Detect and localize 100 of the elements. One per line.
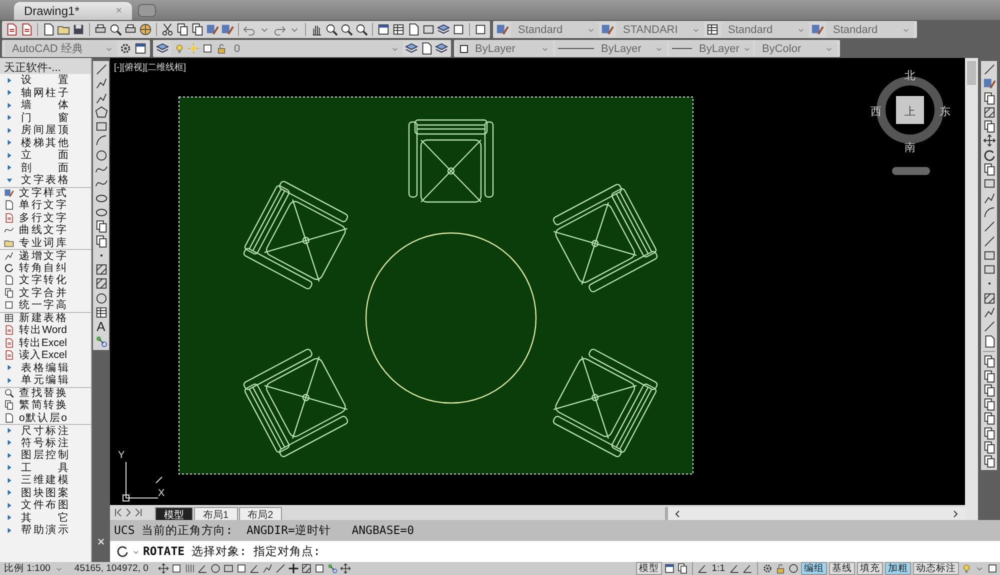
color-dropdown[interactable]: ByLayer	[457, 41, 553, 56]
panel-item[interactable]: 文字合并	[0, 286, 91, 299]
panel-item[interactable]: 三维建模	[0, 474, 91, 486]
panel-item[interactable]: 查找替换	[0, 386, 91, 399]
rotate-icon[interactable]	[982, 148, 996, 162]
status-toggle[interactable]: 编组	[801, 562, 827, 575]
collapsed-arrow-icon[interactable]	[6, 364, 13, 372]
collapsed-arrow-icon[interactable]	[6, 439, 13, 446]
line-icon[interactable]	[275, 563, 286, 574]
polygon-icon[interactable]	[94, 106, 108, 119]
brush-icon[interactable]	[601, 23, 614, 36]
angle-icon[interactable]	[729, 563, 740, 574]
panel-item[interactable]: 图层控制	[0, 449, 91, 462]
brush-icon[interactable]	[206, 23, 219, 36]
circle-icon[interactable]	[210, 563, 222, 574]
collapsed-arrow-icon[interactable]	[6, 164, 13, 172]
brush-icon[interactable]	[982, 77, 996, 90]
window-icon[interactable]	[134, 42, 147, 55]
panel-item[interactable]: 工 具	[0, 462, 91, 474]
panel-item[interactable]: 多行文字	[0, 212, 91, 224]
brush-icon[interactable]	[221, 23, 234, 36]
circle-icon[interactable]	[788, 563, 799, 574]
collapsed-arrow-icon[interactable]	[6, 427, 13, 434]
angle-icon[interactable]	[249, 563, 260, 574]
workspace-dropdown[interactable]: AutoCAD 经典	[5, 41, 117, 56]
square-icon[interactable]	[987, 563, 998, 574]
status-toggle[interactable]: 基线	[829, 562, 855, 575]
panel-item[interactable]: 文字样式	[0, 186, 91, 199]
collapsed-arrow-icon[interactable]	[6, 452, 13, 459]
rectangle-icon[interactable]	[223, 563, 234, 574]
line-icon[interactable]	[982, 220, 996, 234]
magnifier-icon[interactable]	[109, 23, 122, 36]
panel-item[interactable]: 曲线文字	[0, 224, 91, 236]
copy-icon[interactable]	[982, 398, 996, 412]
rotate-icon[interactable]	[4, 262, 14, 273]
multileader-style-dropdown[interactable]: Standard	[826, 22, 914, 37]
view-cube-label[interactable]: 上	[904, 106, 916, 118]
copy-icon[interactable]	[982, 370, 996, 383]
viewport-label[interactable]: [-][俯视][二维线框]	[114, 62, 186, 72]
angle-icon[interactable]	[742, 563, 753, 574]
panel-item[interactable]: 图块图案	[0, 486, 91, 499]
vertical-scrollbar[interactable]	[965, 58, 978, 520]
collapsed-arrow-icon[interactable]	[6, 89, 13, 96]
panel-item[interactable]: 文件布图	[0, 499, 91, 512]
collapsed-arrow-icon[interactable]	[6, 76, 13, 84]
line-icon[interactable]	[94, 63, 108, 76]
hatch-icon[interactable]	[94, 263, 108, 276]
polyline-icon[interactable]	[94, 77, 108, 90]
horizontal-scrollbar[interactable]	[665, 507, 965, 520]
scroll-left-icon[interactable]	[674, 510, 682, 518]
magnifier-icon[interactable]	[355, 23, 368, 36]
panel-item[interactable]: 尺寸标注	[0, 424, 91, 436]
document-icon[interactable]	[4, 350, 14, 360]
plot-style-dropdown[interactable]: ByColor	[755, 41, 837, 56]
gear-icon[interactable]	[762, 563, 773, 574]
layers-icon[interactable]	[435, 42, 448, 55]
document-icon[interactable]	[4, 338, 14, 348]
copy-icon[interactable]	[982, 355, 996, 368]
rectangle-icon[interactable]	[422, 23, 435, 36]
document-icon[interactable]	[4, 325, 14, 336]
collapsed-arrow-icon[interactable]	[6, 114, 13, 122]
annotation-scale[interactable]: 1:1	[710, 563, 727, 574]
document-icon[interactable]	[4, 212, 14, 223]
panel-item[interactable]: 读入Excel	[0, 349, 91, 362]
panel-item[interactable]: 立 面	[0, 149, 91, 162]
scroll-right-icon[interactable]	[951, 510, 959, 518]
rectangle-icon[interactable]	[982, 263, 996, 276]
panel-item[interactable]: 剖 面	[0, 162, 91, 174]
page-icon[interactable]	[42, 23, 55, 36]
square-icon[interactable]	[4, 300, 14, 310]
circle-icon[interactable]	[94, 148, 108, 162]
printer-icon[interactable]	[124, 23, 137, 36]
copy-icon[interactable]	[4, 400, 14, 410]
table-icon[interactable]	[4, 313, 14, 324]
status-toggle[interactable]: 填充	[857, 562, 883, 575]
move-icon[interactable]	[158, 563, 170, 574]
arc-icon[interactable]	[94, 134, 108, 148]
square-icon[interactable]	[171, 563, 182, 574]
move-icon[interactable]	[340, 563, 352, 574]
magnifier-icon[interactable]	[340, 23, 353, 36]
model-button[interactable]: 模型	[636, 562, 662, 575]
table-icon[interactable]	[94, 306, 108, 320]
polyline-icon[interactable]	[982, 192, 996, 205]
status-toggle[interactable]: 动态标注	[913, 562, 959, 575]
copy-icon[interactable]	[982, 92, 996, 105]
layers-icon[interactable]	[437, 23, 450, 36]
document-tab[interactable]: Drawing1* ×	[14, 2, 132, 20]
collapsed-arrow-icon[interactable]	[6, 514, 13, 522]
brush-icon[interactable]	[4, 188, 14, 198]
panel-item[interactable]: 转出Word	[0, 324, 91, 336]
panel-item[interactable]: 符号标注	[0, 436, 91, 449]
copy-icon[interactable]	[191, 23, 204, 36]
hatch-icon[interactable]	[982, 106, 996, 119]
panel-item[interactable]: 新建表格	[0, 312, 91, 324]
rectangle-icon[interactable]	[982, 248, 996, 262]
page-icon[interactable]	[4, 412, 14, 423]
panel-item[interactable]: o默认层o	[0, 412, 91, 424]
copy-icon[interactable]	[176, 23, 189, 36]
copy-icon[interactable]	[982, 412, 996, 426]
window-icon[interactable]	[664, 563, 675, 574]
